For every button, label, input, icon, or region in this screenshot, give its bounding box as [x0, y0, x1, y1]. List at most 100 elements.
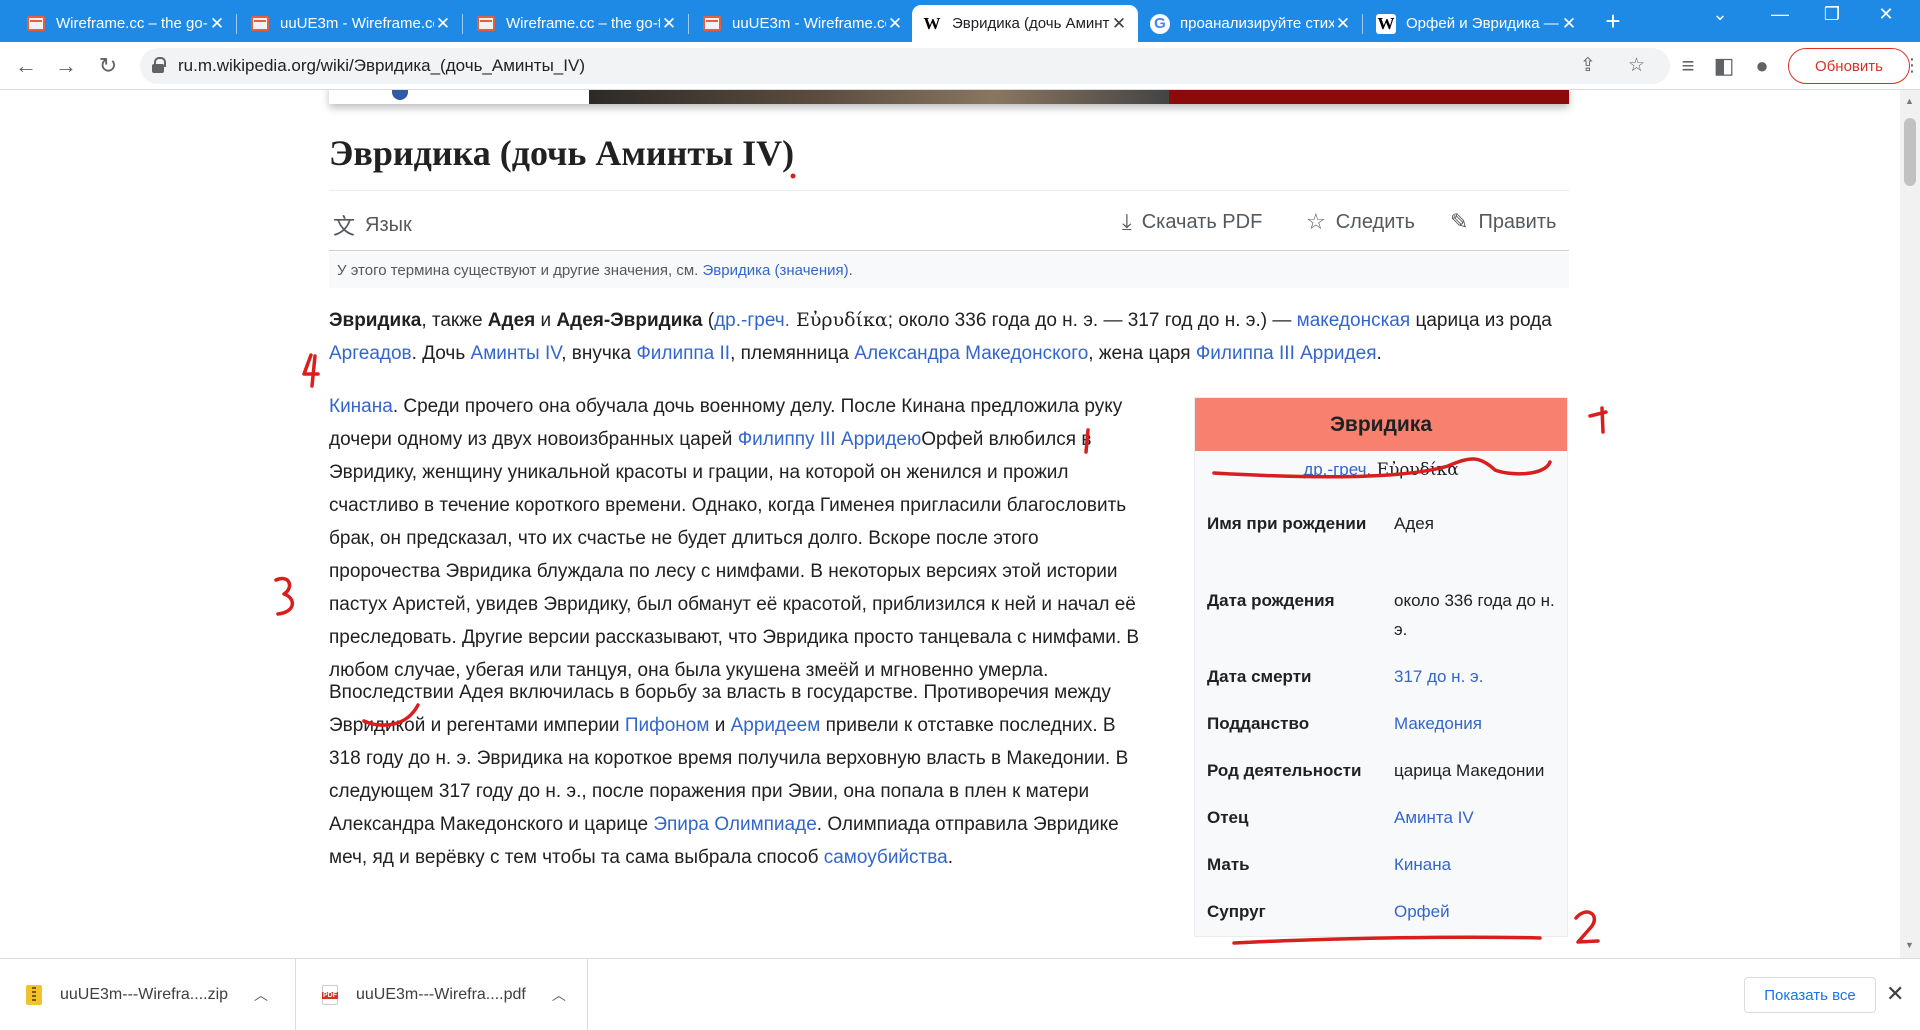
back-arrow-icon[interactable]: ← — [12, 52, 40, 80]
tab-wireframe-2[interactable]: Wireframe.cc – the go-to ✕ — [466, 5, 689, 42]
tab-search-chevron-icon[interactable]: ⌄ — [1700, 4, 1740, 25]
page-scrollbar[interactable]: ▲ ▼ — [1900, 90, 1920, 958]
download-filename: uuUE3m---Wirefra....pdf — [356, 986, 526, 1003]
close-tab-icon[interactable]: ✕ — [886, 14, 904, 34]
share-icon[interactable]: ⇪ — [1580, 54, 1596, 77]
infobox-key: Род деятельности — [1207, 761, 1362, 780]
link-cynane[interactable]: Кинана — [329, 396, 393, 417]
minimize-icon[interactable]: — — [1760, 4, 1800, 25]
infobox-title: Эвридика — [1195, 398, 1567, 451]
more-menu-icon[interactable]: ⋮ — [1903, 55, 1920, 76]
tab-title: Wireframe.cc – the go-to — [56, 15, 208, 32]
infobox-value-link[interactable]: Орфей — [1394, 897, 1564, 926]
greek-text: Εὐρυδίκα — [1371, 460, 1459, 480]
tab-title: Орфей и Эвридика — Википедия — [1406, 15, 1560, 32]
link-amyntas-iv[interactable]: Аминты IV — [471, 343, 562, 364]
bookmark-star-icon[interactable]: ☆ — [1628, 54, 1645, 77]
chevron-up-icon[interactable]: ︿ — [254, 985, 268, 1005]
close-tab-icon[interactable]: ✕ — [660, 14, 678, 34]
disambiguation-link[interactable]: Эвридика (значения) — [703, 262, 849, 279]
download-item-pdf[interactable]: uuUE3m---Wirefra....pdf ︿ — [296, 959, 588, 1030]
tab-separator — [688, 14, 689, 34]
wikipedia-favicon-icon: W — [922, 13, 942, 34]
page-title: Эвридика (дочь Аминты IV) — [329, 133, 795, 173]
link-epirus[interactable]: Эпира — [653, 814, 709, 835]
restore-icon[interactable]: ❐ — [1812, 4, 1852, 25]
browser-window: Wireframe.cc – the go-to ✕ uuUE3m - Wire… — [0, 0, 1920, 1030]
link-philip-iii[interactable]: Филиппу III Арридею — [738, 429, 922, 450]
close-tab-icon[interactable]: ✕ — [1560, 14, 1578, 34]
text: царица из рода — [1410, 310, 1552, 331]
chevron-up-icon[interactable]: ︿ — [552, 985, 566, 1005]
reading-list-icon[interactable]: ≡ — [1674, 52, 1702, 80]
address-bar[interactable]: ru.m.wikipedia.org/wiki/Эвридика_(дочь_А… — [140, 48, 1670, 84]
tab-title: проанализируйте стихотворение — [1180, 15, 1334, 32]
infobox-value: царица Македонии — [1394, 761, 1545, 780]
close-tab-icon[interactable]: ✕ — [1110, 14, 1128, 34]
infobox-value-link[interactable]: 317 до н. э. — [1394, 662, 1564, 691]
text: . — [947, 847, 953, 868]
tab-title: Эвридика (дочь Аминты IV) — [952, 15, 1110, 32]
lead-paragraph: Эвридика, также Адея и Адея-Эвридика (др… — [329, 304, 1569, 370]
forward-arrow-icon[interactable]: → — [52, 52, 80, 80]
profile-avatar-icon[interactable]: ● — [1748, 52, 1776, 80]
infobox-value-link[interactable]: Кинана — [1394, 850, 1564, 879]
tab-eurydice-active[interactable]: W Эвридика (дочь Аминты IV) ✕ — [912, 5, 1138, 42]
close-window-icon[interactable]: ✕ — [1866, 4, 1906, 25]
link-alexander[interactable]: Александра Македонского — [854, 343, 1088, 364]
text: . — [1376, 343, 1382, 364]
close-tab-icon[interactable]: ✕ — [208, 14, 226, 34]
text: , племянница — [730, 343, 855, 364]
download-item-zip[interactable]: uuUE3m---Wirefra....zip ︿ — [0, 959, 296, 1030]
link-suicide[interactable]: самоубийства — [824, 847, 948, 868]
tab-uuue3m-2[interactable]: uuUE3m - Wireframe.cc ✕ — [692, 5, 914, 42]
text: . Дочь — [411, 343, 471, 364]
tab-separator — [236, 14, 237, 34]
url-text[interactable]: ru.m.wikipedia.org/wiki/Эвридика_(дочь_А… — [178, 56, 585, 76]
link-arrhidaeus[interactable]: Арридеем — [731, 715, 821, 736]
watch-button[interactable]: ☆ Следить — [1306, 209, 1415, 235]
wireframe-favicon-icon — [702, 14, 722, 34]
show-all-downloads-button[interactable]: Показать все — [1744, 977, 1876, 1013]
link-argeads[interactable]: Аргеадов — [329, 343, 412, 364]
close-tab-icon[interactable]: ✕ — [434, 14, 452, 34]
download-pdf-button[interactable]: ⤓ Скачать PDF — [1122, 209, 1262, 235]
infobox-value-link[interactable]: Македония — [1394, 709, 1564, 738]
reload-icon[interactable]: ↻ — [94, 52, 122, 80]
download-shelf: uuUE3m---Wirefra....zip ︿ uuUE3m---Wiref… — [0, 958, 1920, 1030]
link-olympias[interactable]: Олимпиаде — [714, 814, 816, 835]
scroll-up-arrow-icon[interactable]: ▲ — [1905, 96, 1914, 106]
bold-name: Адея-Эвридика — [556, 310, 703, 331]
tab-orpheus[interactable]: W Орфей и Эвридика — Википедия ✕ — [1366, 5, 1588, 42]
tab-wireframe-1[interactable]: Wireframe.cc – the go-to ✕ — [16, 5, 237, 42]
scrollbar-thumb[interactable] — [1904, 118, 1916, 186]
tab-strip: Wireframe.cc – the go-to ✕ uuUE3m - Wire… — [0, 0, 1920, 42]
infobox-value-link[interactable]: Аминта IV — [1394, 803, 1564, 832]
link-peithon[interactable]: Пифоном — [625, 715, 710, 736]
link-ancient-greek[interactable]: др.-греч. — [714, 310, 790, 331]
infobox-key: Дата смерти — [1207, 667, 1312, 686]
update-button[interactable]: Обновить ⋮ — [1788, 48, 1920, 84]
link-philip-iii[interactable]: Филиппа III Арридея — [1196, 343, 1377, 364]
tab-google-search[interactable]: G проанализируйте стихотворение ✕ — [1140, 5, 1363, 42]
infobox-key: Мать — [1207, 855, 1250, 874]
wikipedia-page: Эвридика (дочь Аминты IV) 文 Язык ⤓ Скача… — [0, 90, 1900, 958]
language-button[interactable]: 文 Язык — [333, 209, 412, 241]
lock-icon[interactable] — [152, 57, 166, 73]
side-panel-icon[interactable]: ◧ — [1710, 52, 1738, 80]
pdf-file-icon — [322, 985, 338, 1005]
page-actions-bar: 文 Язык ⤓ Скачать PDF ☆ Следить ✎ Править — [329, 191, 1569, 251]
tab-uuue3m-1[interactable]: uuUE3m - Wireframe.cc ✕ — [240, 5, 463, 42]
link-macedonian[interactable]: македонская — [1297, 310, 1411, 331]
google-favicon-icon: G — [1150, 13, 1170, 34]
close-shelf-icon[interactable]: ✕ — [1886, 981, 1904, 1007]
link-philip-ii[interactable]: Филиппа II — [636, 343, 730, 364]
close-tab-icon[interactable]: ✕ — [1334, 14, 1352, 34]
edit-button[interactable]: ✎ Править — [1450, 209, 1556, 235]
infobox-key: Супруг — [1207, 902, 1266, 921]
hatnote-end: . — [848, 262, 853, 279]
wikipedia-favicon-icon: W — [1376, 13, 1396, 34]
new-tab-plus-icon[interactable]: + — [1600, 8, 1626, 34]
link-ancient-greek[interactable]: др.-греч. — [1303, 460, 1371, 479]
scroll-down-arrow-icon[interactable]: ▼ — [1905, 940, 1914, 950]
